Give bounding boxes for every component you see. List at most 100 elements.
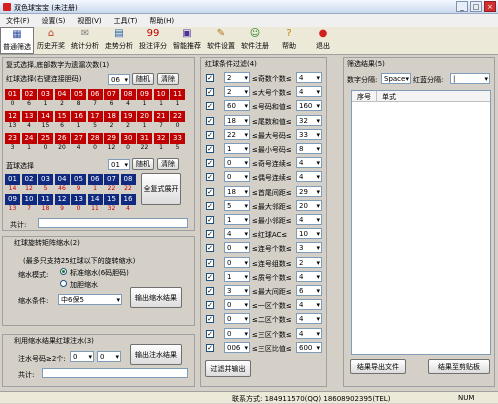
red-ball[interactable]: 23	[5, 133, 20, 144]
filter-min-select[interactable]: 0	[224, 171, 250, 183]
filter-max-select[interactable]: 4	[296, 299, 322, 311]
filter-min-select[interactable]: 0	[224, 157, 250, 169]
filter-checkbox[interactable]: ✓	[206, 329, 214, 338]
separator-select[interactable]: Space	[381, 73, 411, 84]
close-button[interactable]: ×	[484, 1, 496, 12]
red-ball[interactable]: 14	[38, 111, 53, 122]
blue-ball[interactable]: 06	[87, 174, 103, 185]
filter-checkbox[interactable]: ✓	[206, 173, 214, 182]
filter-checkbox[interactable]: ✓	[206, 88, 214, 97]
red-ball[interactable]: 09	[137, 89, 152, 100]
filter-max-select[interactable]: 160	[296, 100, 322, 112]
red-ball[interactable]: 07	[104, 89, 119, 100]
red-ball[interactable]: 17	[87, 111, 103, 122]
filter-min-select[interactable]: 0	[224, 299, 250, 311]
filter-min-select[interactable]: 4	[224, 228, 250, 240]
red-ball[interactable]: 02	[21, 89, 37, 100]
filter-checkbox[interactable]: ✓	[206, 130, 214, 139]
filter-output-button[interactable]: 过滤并输出	[205, 360, 251, 377]
red-ball[interactable]: 21	[153, 111, 169, 122]
inject-output-button[interactable]: 输出注水结果	[130, 344, 182, 365]
blue-count-select[interactable]: 01	[108, 159, 130, 170]
toolbar-settings-button[interactable]: ✎ 软件设置	[204, 27, 238, 54]
inject-select-1[interactable]: 0	[70, 351, 94, 362]
filter-max-select[interactable]: 10	[296, 228, 322, 240]
red-ball[interactable]: 26	[54, 133, 70, 144]
filter-checkbox[interactable]: ✓	[206, 258, 214, 267]
toolbar-help-button[interactable]: ? 帮助	[272, 27, 306, 54]
filter-min-select[interactable]: 006	[224, 341, 250, 353]
blue-ball[interactable]: 08	[120, 174, 136, 185]
filter-checkbox[interactable]: ✓	[206, 216, 214, 224]
filter-min-select[interactable]: 22	[224, 128, 250, 140]
menu-help[interactable]: 帮助(H)	[143, 14, 180, 27]
toolbar-history-button[interactable]: ⌂ 历史开奖	[34, 27, 68, 54]
red-ball[interactable]: 22	[170, 111, 185, 122]
red-ball[interactable]: 06	[87, 89, 103, 100]
blue-ball[interactable]: 15	[104, 194, 119, 205]
toolbar-score-button[interactable]: 99 投注评分	[136, 27, 170, 54]
blue-ball[interactable]: 10	[21, 194, 37, 205]
filter-min-select[interactable]: 1	[224, 270, 250, 282]
blue-ball[interactable]: 11	[38, 194, 53, 205]
col-formula-header[interactable]: 单式	[382, 92, 396, 102]
toolbar-trend-button[interactable]: ▤ 走势分析	[102, 27, 136, 54]
blue-ball[interactable]: 16	[120, 194, 136, 205]
red-ball[interactable]: 16	[71, 111, 86, 122]
blue-ball[interactable]: 14	[87, 194, 103, 205]
filter-max-select[interactable]: 3	[296, 242, 322, 254]
filter-min-select[interactable]: 2	[224, 86, 250, 98]
filter-checkbox[interactable]: ✓	[206, 272, 214, 281]
red-ball[interactable]: 13	[21, 111, 37, 122]
filter-checkbox[interactable]: ✓	[206, 343, 214, 352]
filter-min-select[interactable]: 18	[224, 185, 250, 197]
export-file-button[interactable]: 结果导出文件	[350, 359, 406, 374]
wheel-output-button[interactable]: 输出缩水结果	[130, 287, 182, 308]
filter-max-select[interactable]: 4	[296, 72, 322, 83]
filter-max-select[interactable]: 32	[296, 114, 322, 126]
results-table[interactable]: 序号 单式	[351, 90, 491, 355]
filter-max-select[interactable]: 2	[296, 256, 322, 268]
blue-separator-select[interactable]: |	[450, 73, 490, 84]
blue-ball[interactable]: 04	[54, 174, 70, 185]
red-ball[interactable]: 29	[104, 133, 119, 144]
filter-min-select[interactable]: 18	[224, 114, 250, 126]
filter-min-select[interactable]: 0	[224, 327, 250, 339]
menu-view[interactable]: 视图(V)	[71, 14, 107, 27]
filter-checkbox[interactable]: ✓	[206, 187, 214, 196]
filter-max-select[interactable]: 4	[296, 327, 322, 339]
filter-min-select[interactable]: 1	[224, 214, 250, 225]
toolbar-register-button[interactable]: ☺ 软件注册	[238, 27, 272, 54]
filter-max-select[interactable]: 8	[296, 143, 322, 154]
red-ball[interactable]: 19	[120, 111, 136, 122]
blue-ball[interactable]: 03	[38, 174, 53, 185]
filter-checkbox[interactable]: ✓	[206, 145, 214, 153]
mode-standard-radio[interactable]	[60, 268, 67, 275]
filter-min-select[interactable]: 3	[224, 285, 250, 296]
menu-tools[interactable]: 工具(T)	[108, 14, 144, 27]
red-ball[interactable]: 20	[137, 111, 152, 122]
minimize-button[interactable]: _	[456, 1, 468, 12]
red-ball[interactable]: 15	[54, 111, 70, 122]
filter-checkbox[interactable]: ✓	[206, 116, 214, 125]
filter-checkbox[interactable]: ✓	[206, 244, 214, 253]
red-ball[interactable]: 12	[5, 111, 20, 122]
blue-ball[interactable]: 09	[5, 194, 20, 205]
filter-max-select[interactable]: 4	[296, 157, 322, 169]
filter-checkbox[interactable]: ✓	[206, 315, 214, 324]
filter-max-select[interactable]: 4	[296, 270, 322, 282]
filter-min-select[interactable]: 0	[224, 313, 250, 325]
filter-max-select[interactable]: 4	[296, 86, 322, 98]
maximize-button[interactable]: □	[470, 1, 482, 12]
filter-max-select[interactable]: 4	[296, 171, 322, 183]
copy-clipboard-button[interactable]: 结果至剪贴板	[428, 359, 490, 374]
filter-min-select[interactable]: 2	[224, 72, 250, 83]
wheel-cond-select[interactable]: 中6保5	[58, 294, 122, 305]
red-random-button[interactable]: 随机	[132, 73, 154, 85]
blue-ball[interactable]: 12	[54, 194, 70, 205]
blue-ball[interactable]: 13	[71, 194, 86, 205]
red-ball[interactable]: 28	[87, 133, 103, 144]
filter-min-select[interactable]: 60	[224, 100, 250, 112]
filter-max-select[interactable]: 29	[296, 185, 322, 197]
red-ball[interactable]: 30	[120, 133, 136, 144]
